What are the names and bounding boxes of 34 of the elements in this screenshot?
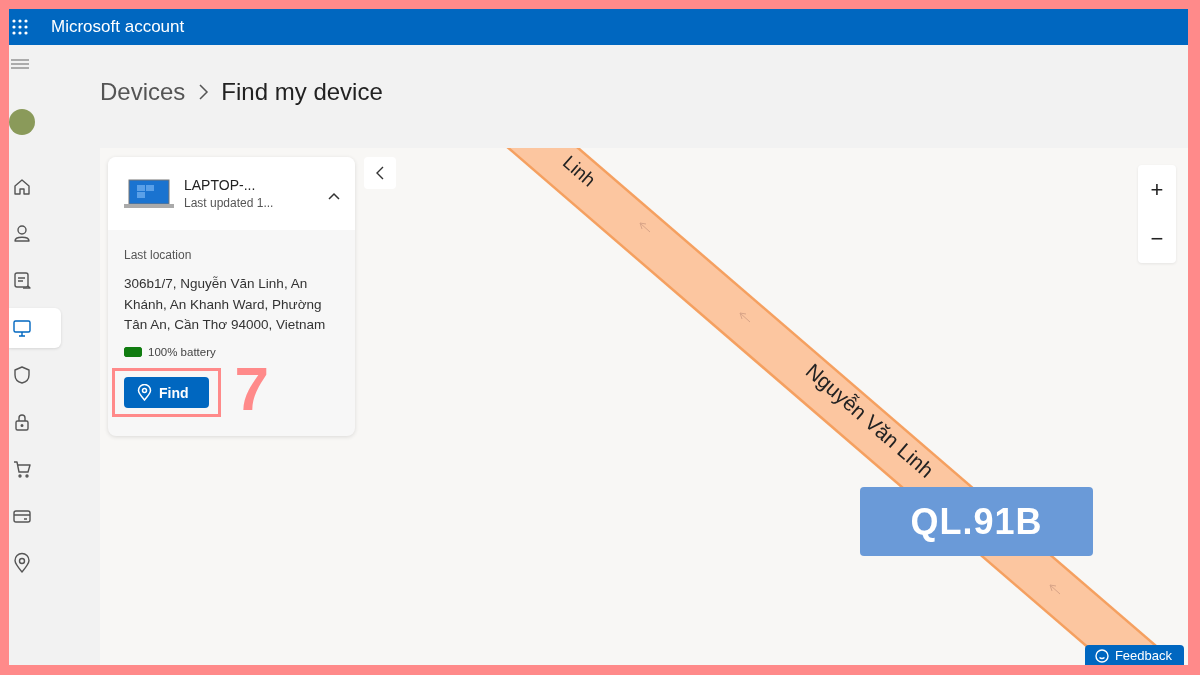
chevron-icon <box>375 166 385 180</box>
chevron-icon <box>197 82 210 101</box>
page-title: Find my device <box>221 77 383 106</box>
app-title: Microsoft account <box>51 17 185 37</box>
zoom-out-button[interactable]: − <box>1138 214 1176 263</box>
device-name: LAPTOP-... <box>184 177 257 193</box>
cart-icon <box>11 458 33 480</box>
find-button[interactable]: Find <box>124 377 209 408</box>
last-updated: Last updated 1... <box>184 196 275 210</box>
menu-icon[interactable] <box>11 59 29 69</box>
breadcrumb-link[interactable]: Devices <box>100 77 186 106</box>
collapse-panel-button[interactable] <box>364 157 396 189</box>
devices-icon <box>11 317 33 339</box>
person-icon <box>11 223 33 245</box>
nav-item[interactable] <box>9 308 61 348</box>
zoom-in-button[interactable]: + <box>1138 165 1176 214</box>
chevron-icon <box>327 190 341 201</box>
orders-icon <box>11 270 33 292</box>
smiley-icon <box>1094 648 1109 663</box>
home-icon <box>11 176 33 198</box>
route-label: QL.91B <box>860 487 1093 556</box>
app-launcher-icon[interactable] <box>11 18 29 36</box>
location-icon <box>11 552 33 574</box>
step-number: 7 <box>234 357 270 420</box>
location-icon <box>137 384 152 401</box>
battery-icon <box>124 346 142 357</box>
feedback-button[interactable]: Feedback <box>1084 645 1184 665</box>
avatar[interactable] <box>9 109 35 135</box>
shield-icon <box>11 364 33 386</box>
road-label: Linh <box>558 151 600 191</box>
battery-text: 100% battery <box>148 345 216 358</box>
laptop-icon <box>124 178 174 209</box>
address: 306b1/7, Nguyễn Văn Linh, An Khánh, An Khanh Ward, Phường Tân An, Cần Thơ 94000, Vietnam <box>124 275 327 334</box>
location-label: Last location <box>124 248 193 262</box>
